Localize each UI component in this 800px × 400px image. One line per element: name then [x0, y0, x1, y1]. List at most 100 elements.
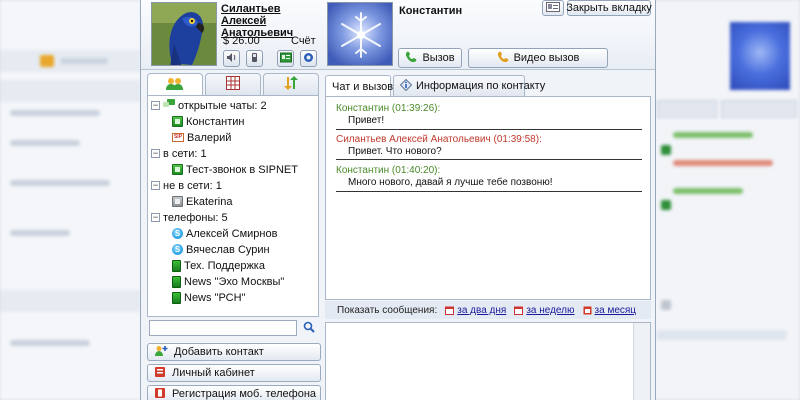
group-label: в сети: 1	[163, 147, 207, 160]
phone-icon	[172, 291, 181, 304]
contact-card-icon	[546, 1, 560, 15]
background-bar	[10, 180, 110, 186]
personal-cabinet-button[interactable]: Личный кабинет	[147, 364, 321, 382]
contact-label: News "Эхо Москвы"	[184, 275, 285, 288]
group-label: открытые чаты: 2	[178, 99, 267, 112]
background-right-panel	[655, 0, 800, 400]
message-input[interactable]	[326, 323, 632, 400]
background-icon	[40, 55, 54, 67]
speaker-button[interactable]	[223, 50, 240, 67]
user-avatar	[151, 2, 217, 66]
search-icon	[303, 321, 315, 336]
add-contact-label: Добавить контакт	[174, 346, 264, 358]
contact-item[interactable]: Тех. Поддержка	[172, 258, 265, 273]
tab-chat-calls[interactable]: Чат и вызовы	[325, 75, 401, 97]
background-row	[673, 188, 743, 194]
group-phones[interactable]: − телефоны: 5	[151, 210, 228, 225]
calendar-icon	[514, 306, 524, 315]
message-text: Привет!	[348, 115, 385, 126]
message-compose	[325, 322, 651, 400]
group-open-chats[interactable]: − открытые чаты: 2	[151, 98, 267, 113]
mobile-phone-icon	[154, 387, 166, 400]
search-input[interactable]	[149, 320, 297, 336]
contact-item[interactable]: SIP Валерий	[172, 130, 231, 145]
filter-two-days-link[interactable]: за два дня	[445, 305, 506, 316]
green-contact-icon	[172, 164, 183, 175]
group-online[interactable]: − в сети: 1	[151, 146, 207, 161]
compose-scrollbar[interactable]	[633, 323, 650, 400]
sip-contact-icon: SIP	[172, 133, 184, 142]
collapse-toggle[interactable]: −	[151, 101, 160, 110]
collapse-toggle[interactable]: −	[151, 181, 160, 190]
balance-value: $ 26.00	[223, 35, 260, 47]
background-tab	[657, 100, 717, 118]
contact-item[interactable]: Тест-звонок в SIPNET	[172, 162, 298, 177]
account-link[interactable]: Счёт	[291, 35, 316, 47]
contact-card-button[interactable]	[277, 50, 294, 67]
settings-button[interactable]	[300, 50, 317, 67]
search-button[interactable]	[300, 320, 318, 336]
contact-item[interactable]: S Алексей Смирнов	[172, 226, 277, 241]
contact-label: Вячеслав Сурин	[186, 243, 270, 256]
tab-label: Чат и вызовы	[332, 80, 402, 93]
group-offline[interactable]: − не в сети: 1	[151, 178, 222, 193]
speaker-icon	[226, 52, 237, 66]
card-icon	[279, 52, 292, 66]
video-call-button[interactable]: Видео вызов	[468, 48, 608, 68]
filter-label: Показать сообщения:	[337, 304, 438, 316]
skype-icon: S	[172, 228, 183, 239]
close-tab-button[interactable]: Закрыть вкладку	[566, 0, 652, 16]
contact-avatar	[327, 2, 393, 66]
contact-item[interactable]: Константин	[172, 114, 244, 129]
user-name-link[interactable]: Силантьев Алексей Анатольевич	[221, 3, 321, 39]
sipnet-window: Силантьев Алексей Анатольевич $ 26.00 Сч…	[140, 0, 656, 400]
contact-item[interactable]: Ekaterina	[172, 194, 232, 209]
contact-item[interactable]: News "Эхо Москвы"	[172, 274, 284, 289]
contact-label: Тест-звонок в SIPNET	[186, 163, 298, 176]
message-text: Привет. Что нового?	[348, 146, 442, 157]
gray-contact-icon	[172, 196, 183, 207]
collapse-toggle[interactable]: −	[151, 149, 160, 158]
filter-link-label: за неделю	[526, 304, 575, 316]
filter-link-label: за два дня	[457, 304, 507, 316]
contact-label: Тех. Поддержка	[184, 259, 265, 272]
contact-info-button[interactable]	[542, 0, 564, 16]
add-contact-icon	[154, 345, 168, 360]
contact-label: Валерий	[187, 131, 232, 144]
background-bar	[10, 110, 100, 116]
group-label: телефоны: 5	[163, 211, 228, 224]
video-phone-icon	[497, 51, 509, 66]
tab-contact-info[interactable]: Информация по контакту	[393, 75, 545, 96]
tab-contacts[interactable]	[147, 73, 203, 96]
background-strip	[0, 290, 140, 312]
green-contact-icon	[172, 116, 183, 127]
contact-item[interactable]: S Вячеслав Сурин	[172, 242, 270, 257]
filter-week-link[interactable]: за неделю	[514, 304, 575, 316]
register-mobile-button[interactable]: Регистрация моб. телефона	[147, 385, 321, 400]
background-bar	[10, 230, 70, 236]
header: Силантьев Алексей Анатольевич $ 26.00 Сч…	[141, 0, 655, 70]
info-diamond-icon	[399, 78, 413, 94]
history-arrows-icon	[283, 76, 299, 93]
phone-icon	[172, 259, 181, 272]
gear-icon	[303, 52, 314, 66]
tab-dialpad[interactable]	[205, 73, 261, 95]
background-row	[673, 160, 773, 166]
contact-search	[149, 320, 319, 336]
message-author: Константин (01:40:20):	[336, 165, 441, 176]
call-button[interactable]: Вызов	[398, 48, 462, 68]
filter-link-label: за месяц	[594, 304, 637, 316]
tab-label: Информация по контакту	[416, 80, 546, 92]
background-bar	[10, 340, 90, 346]
tab-call-history[interactable]	[263, 73, 319, 95]
message-divider	[336, 191, 642, 192]
contact-item[interactable]: News "РСН"	[172, 290, 245, 305]
collapse-toggle[interactable]: −	[151, 213, 160, 222]
phone-settings-button[interactable]	[246, 50, 263, 67]
handset-icon	[249, 52, 260, 66]
filter-month-link[interactable]: за месяц	[583, 304, 637, 316]
phone-icon	[405, 51, 417, 66]
contact-label: Ekaterina	[186, 195, 233, 208]
add-contact-button[interactable]: Добавить контакт	[147, 343, 321, 361]
contact-label: Константин	[186, 115, 245, 128]
